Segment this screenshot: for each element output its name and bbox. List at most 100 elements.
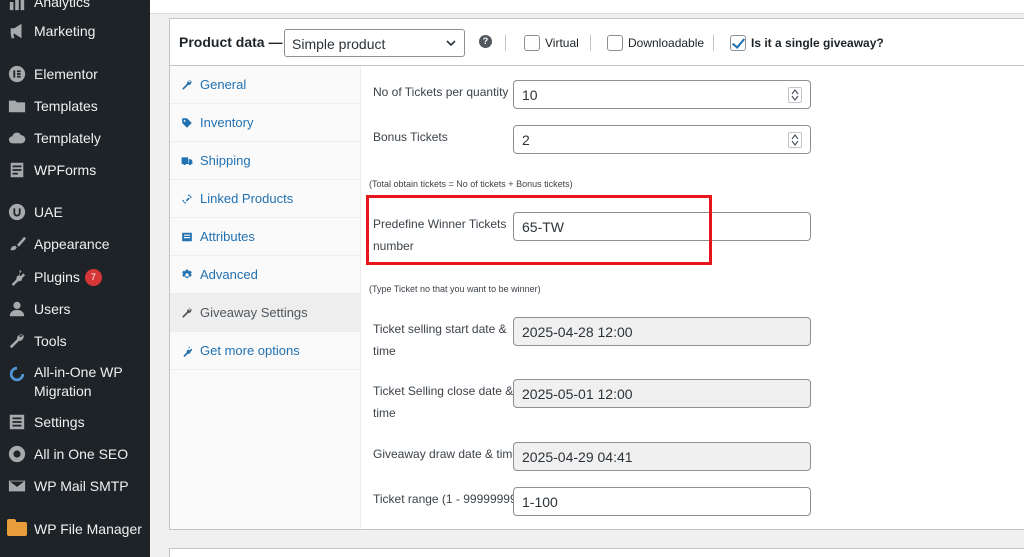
- plugin-icon: [180, 344, 194, 358]
- wrench-icon: [180, 306, 194, 320]
- tab-attributes[interactable]: Attributes: [170, 218, 360, 256]
- sidebar-item-appearance[interactable]: Appearance: [0, 234, 150, 254]
- wrench-icon: [180, 78, 194, 92]
- update-count-badge: 7: [84, 268, 102, 286]
- draw-date-label: Giveaway draw date & time: [373, 447, 520, 461]
- chart-icon: [7, 0, 27, 12]
- tab-label: Shipping: [200, 153, 251, 168]
- cloud-icon: [7, 128, 27, 148]
- bonus-tickets-value: 2: [522, 132, 530, 148]
- sidebar-item-label: All-in-One WP Migration: [34, 364, 123, 399]
- divider: [590, 35, 591, 51]
- virtual-checkbox[interactable]: [524, 35, 540, 51]
- sidebar-item-label: Settings: [34, 413, 85, 430]
- tab-label: Inventory: [200, 115, 254, 130]
- product-data-panel: Product data — Simple product ? Virtual …: [169, 18, 1024, 530]
- close-date-value: 2025-05-01 12:00: [522, 386, 633, 402]
- sidebar-item-migration[interactable]: All-in-One WP Migration: [0, 363, 150, 401]
- product-data-header: Product data — Simple product ? Virtual …: [170, 19, 1024, 66]
- draw-date-input[interactable]: 2025-04-29 04:41: [513, 442, 811, 471]
- sidebar-item-file-manager[interactable]: WP File Manager: [0, 519, 150, 539]
- sidebar-item-users[interactable]: Users: [0, 299, 150, 319]
- product-type-value: Simple product: [292, 36, 386, 52]
- link-icon: [180, 192, 194, 206]
- sidebar-item-label: Appearance: [34, 235, 110, 252]
- wrench-icon: [7, 331, 27, 351]
- plugin-icon: [7, 267, 27, 287]
- settings-icon: [7, 412, 27, 432]
- sidebar-item-templates[interactable]: Templates: [0, 96, 150, 116]
- tab-get-more-options[interactable]: Get more options: [170, 332, 360, 370]
- tab-giveaway-settings[interactable]: Giveaway Settings: [170, 294, 360, 332]
- tickets-per-quantity-input[interactable]: 10: [513, 80, 811, 109]
- file-manager-icon: [7, 519, 27, 539]
- start-date-input[interactable]: 2025-04-28 12:00: [513, 317, 811, 346]
- tab-advanced[interactable]: Advanced: [170, 256, 360, 294]
- product-type-select[interactable]: Simple product: [284, 29, 465, 57]
- sidebar-item-label: All in One SEO: [34, 445, 129, 462]
- sidebar-item-label: Plugins: [34, 268, 80, 285]
- product-data-title: Product data —: [179, 34, 283, 50]
- ticket-range-label: Ticket range (1 - 99999999): [373, 492, 521, 506]
- migration-icon: [7, 364, 27, 384]
- tab-label: Get more options: [200, 343, 300, 358]
- downloadable-checkbox[interactable]: [607, 35, 623, 51]
- sidebar-item-label: Users: [34, 300, 71, 317]
- sidebar-item-settings[interactable]: Settings: [0, 412, 150, 432]
- uae-icon: [7, 202, 27, 222]
- sidebar-item-label: WP File Manager: [34, 520, 142, 537]
- mail-icon: [7, 476, 27, 496]
- tab-general[interactable]: General: [170, 66, 360, 104]
- sidebar-item-plugins[interactable]: Plugins 7: [0, 267, 150, 287]
- winner-ticket-note: (Type Ticket no that you want to be winn…: [369, 284, 541, 294]
- gear-icon: [180, 268, 194, 282]
- number-spinner-icon[interactable]: [788, 87, 802, 103]
- highlight-box: [366, 195, 712, 265]
- sidebar-item-uae[interactable]: UAE: [0, 202, 150, 222]
- form-icon: [7, 160, 27, 180]
- ticket-range-input[interactable]: 1-100: [513, 487, 811, 516]
- paintbrush-icon: [7, 234, 27, 254]
- start-date-value: 2025-04-28 12:00: [522, 324, 633, 340]
- bonus-tickets-label: Bonus Tickets: [373, 130, 448, 144]
- sidebar-item-elementor[interactable]: Elementor: [0, 64, 150, 84]
- sidebar-item-label: Tools: [34, 332, 67, 349]
- sidebar-item-wpforms[interactable]: WPForms: [0, 160, 150, 180]
- sidebar-item-smtp[interactable]: WP Mail SMTP: [0, 476, 150, 496]
- tab-linked-products[interactable]: Linked Products: [170, 180, 360, 218]
- help-icon[interactable]: ?: [479, 35, 492, 48]
- close-date-label-line1: Ticket Selling close date &: [373, 384, 514, 398]
- tab-label: Giveaway Settings: [200, 305, 308, 320]
- sidebar-item-label: UAE: [34, 203, 63, 220]
- sidebar-item-templately[interactable]: Templately: [0, 128, 150, 148]
- giveaway-checkbox[interactable]: [730, 35, 746, 51]
- tab-label: Advanced: [200, 267, 258, 282]
- megaphone-icon: [7, 21, 27, 41]
- downloadable-label: Downloadable: [628, 36, 705, 50]
- ticket-range-value: 1-100: [522, 494, 558, 510]
- tab-shipping[interactable]: Shipping: [170, 142, 360, 180]
- sidebar-item-seo[interactable]: All in One SEO: [0, 444, 150, 464]
- close-date-label-line2: time: [373, 406, 396, 420]
- users-icon: [7, 299, 27, 319]
- list-icon: [180, 230, 194, 244]
- sidebar-item-label: WPForms: [34, 161, 97, 178]
- tickets-per-quantity-value: 10: [522, 87, 538, 103]
- sidebar-item-label: Marketing: [34, 22, 96, 39]
- divider: [713, 35, 714, 51]
- next-panel-edge: [169, 548, 1024, 557]
- sidebar-item-analytics[interactable]: Analytics: [0, 0, 150, 12]
- bonus-tickets-input[interactable]: 2: [513, 125, 811, 154]
- sidebar-item-label: Templates: [34, 97, 98, 114]
- sidebar-item-marketing[interactable]: Marketing: [0, 21, 150, 41]
- admin-sidebar: Analytics Marketing Elementor Templates …: [0, 0, 150, 557]
- tab-inventory[interactable]: Inventory: [170, 104, 360, 142]
- draw-date-value: 2025-04-29 04:41: [522, 449, 633, 465]
- sidebar-item-label: Analytics: [34, 0, 91, 10]
- close-date-input[interactable]: 2025-05-01 12:00: [513, 379, 811, 408]
- tab-label: General: [200, 77, 247, 92]
- number-spinner-icon[interactable]: [788, 132, 802, 148]
- tab-label: Attributes: [200, 229, 255, 244]
- sidebar-item-tools[interactable]: Tools: [0, 331, 150, 351]
- virtual-label: Virtual: [545, 36, 579, 50]
